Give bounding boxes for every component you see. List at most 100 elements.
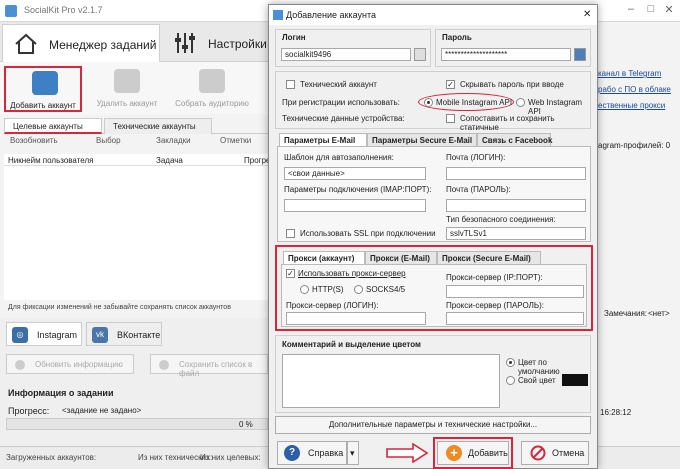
proxy-password-input[interactable] xyxy=(446,312,584,325)
add-account-dialog: Добавление аккаунта ✕ Логин socialkit949… xyxy=(268,4,598,469)
close-icon[interactable]: ✕ xyxy=(662,3,676,17)
cancel-label: Отмена xyxy=(552,448,585,458)
login-group: Логин socialkit9496 xyxy=(275,29,431,67)
hide-password-checkbox[interactable]: ✓ xyxy=(446,80,455,89)
bookmarks-filter[interactable]: Закладки xyxy=(156,136,191,145)
delete-account-label: Удалить аккаунт xyxy=(96,99,158,108)
mail-password-input[interactable] xyxy=(446,199,586,212)
accounts-grid[interactable] xyxy=(4,166,268,300)
account-subtabs: Целевые аккаунты Технические аккаунты xyxy=(4,118,268,134)
filter-bar: Возобновить Выбор Закладки Отметки xyxy=(4,136,268,150)
cancel-button[interactable]: Отмена xyxy=(521,441,589,465)
template-label: Шаблон для автозаполнения: xyxy=(284,153,394,162)
network-instagram[interactable]: ◎ Instagram xyxy=(6,322,82,346)
tab-target-accounts[interactable]: Целевые аккаунты xyxy=(4,118,102,134)
proxy-link[interactable]: ественные прокси xyxy=(598,101,665,110)
maximize-icon[interactable]: □ xyxy=(644,3,658,17)
color-own-radio[interactable] xyxy=(506,376,515,385)
cloud-link[interactable]: рабо с ПО в облаке xyxy=(598,85,671,94)
color-swatch[interactable] xyxy=(562,374,588,386)
tech-account-checkbox[interactable] xyxy=(286,80,295,89)
web-api-radio[interactable] xyxy=(516,98,525,107)
update-info-label: Обновить информацию xyxy=(35,360,123,369)
tab-facebook[interactable]: Связь с Facebook xyxy=(477,133,553,146)
collect-audience-button[interactable]: Собрать аудиторию xyxy=(170,66,254,112)
proxy-login-label: Прокси-сервер (ЛОГИН): xyxy=(286,301,379,310)
clock-value: 16:28:12 xyxy=(600,408,632,417)
template-select[interactable]: <свои данные> xyxy=(284,167,426,180)
tab-secure-email[interactable]: Параметры Secure E-Mail xyxy=(367,133,477,146)
resume-filter[interactable]: Возобновить xyxy=(10,136,58,145)
task-info-title: Информация о задании xyxy=(8,388,114,398)
hide-password-label: Скрывать пароль при вводе xyxy=(460,80,564,89)
compare-save-checkbox[interactable] xyxy=(446,114,455,123)
delete-account-button[interactable]: Удалить аккаунт xyxy=(88,66,166,112)
color-own-label: Свой цвет xyxy=(518,376,556,385)
save-list-button[interactable]: Сохранить список в файл xyxy=(150,354,268,378)
tab-facebook-label: Связь с Facebook xyxy=(482,136,553,145)
arrow-right-icon xyxy=(386,443,429,463)
connection-label: Параметры подключения (IMAP:ПОРТ): xyxy=(284,185,432,194)
marks-filter[interactable]: Отметки xyxy=(220,136,251,145)
profiles-count: agram-профилей: 0 xyxy=(598,141,671,150)
connection-input[interactable] xyxy=(284,199,426,212)
mobile-api-radio[interactable] xyxy=(424,98,433,107)
cancel-icon xyxy=(530,445,546,461)
tab-proxy-account-label: Прокси (аккаунт) xyxy=(288,254,355,263)
tab-email-params-label: Параметры E-Mail xyxy=(284,136,356,145)
progress-label: Прогресс: xyxy=(8,406,50,416)
help-button[interactable]: ? Справка xyxy=(277,441,347,465)
update-info-button[interactable]: Обновить информацию xyxy=(6,354,134,374)
tab-email-params[interactable]: Параметры E-Mail xyxy=(279,133,367,146)
comment-textarea[interactable] xyxy=(282,354,500,408)
add-label: Добавить xyxy=(468,448,508,458)
tab-secure-email-label: Параметры Secure E-Mail xyxy=(372,136,473,145)
telegram-link[interactable]: канал в Telegram xyxy=(598,69,661,78)
use-ssl-checkbox[interactable] xyxy=(286,229,295,238)
mail-login-input[interactable] xyxy=(446,167,586,180)
proxy-ip-input[interactable] xyxy=(446,285,584,298)
network-vk[interactable]: vk ВКонтакте xyxy=(86,322,162,346)
add-account-button[interactable]: Добавить аккаунт xyxy=(4,66,82,112)
right-panel: канал в Telegram рабо с ПО в облаке еств… xyxy=(598,22,680,469)
add-button[interactable]: + Добавить xyxy=(437,441,509,465)
remarks-value: <нет> xyxy=(648,309,670,318)
minimize-icon[interactable]: – xyxy=(624,3,638,17)
col-nickname[interactable]: Никнейм пользователя xyxy=(8,156,93,165)
col-progress[interactable]: Прогре xyxy=(244,156,270,165)
tab-proxy-email[interactable]: Прокси (E-Mail) xyxy=(365,251,437,264)
login-edit-icon[interactable] xyxy=(414,48,426,61)
proxy-panel: ✓ Использовать прокси-сервер HTTP(S) SOC… xyxy=(281,264,587,327)
progress-bar: 0 % xyxy=(6,418,268,430)
col-task[interactable]: Задача xyxy=(156,156,183,165)
tab-technical-accounts[interactable]: Технические аккаунты xyxy=(104,118,212,134)
mobile-api-label: Mobile Instagram API xyxy=(436,98,513,107)
proxy-http-radio[interactable] xyxy=(300,285,309,294)
main-tabs: Менеджер заданий Настройки xyxy=(0,22,268,62)
network-vk-label: ВКонтакте xyxy=(117,330,161,340)
password-input[interactable]: ******************** xyxy=(441,48,571,61)
tab-task-manager[interactable]: Менеджер заданий xyxy=(2,24,160,62)
login-input[interactable]: socialkit9496 xyxy=(281,48,411,61)
tab-proxy-account[interactable]: Прокси (аккаунт) xyxy=(283,251,365,264)
advanced-button[interactable]: Дополнительные параметры и технические н… xyxy=(275,416,591,434)
color-default-radio[interactable] xyxy=(506,358,515,367)
proxy-socks-radio[interactable] xyxy=(354,285,363,294)
password-generate-icon[interactable] xyxy=(574,48,586,61)
proxy-login-input[interactable] xyxy=(286,312,426,325)
status-loaded: Загруженных аккаунтов: xyxy=(6,453,97,462)
dialog-icon xyxy=(273,10,283,20)
tab-settings[interactable]: Настройки xyxy=(162,24,267,62)
refresh-icon xyxy=(15,360,25,370)
use-proxy-checkbox[interactable]: ✓ xyxy=(286,269,295,278)
grid-header: Никнейм пользователя Задача Прогре xyxy=(4,154,270,166)
secure-type-select[interactable]: sslvTLSv1 xyxy=(446,227,586,240)
help-dropdown[interactable]: ▾ xyxy=(347,441,359,465)
dialog-title: Добавление аккаунта xyxy=(286,10,376,20)
dialog-close-icon[interactable]: ✕ xyxy=(583,9,591,20)
app-title: SocialKit Pro v2.1.7 xyxy=(24,5,103,15)
select-filter[interactable]: Выбор xyxy=(96,136,121,145)
collect-audience-label: Собрать аудиторию xyxy=(175,99,249,108)
tab-proxy-secure[interactable]: Прокси (Secure E-Mail) xyxy=(437,251,541,264)
proxy-ip-label: Прокси-сервер (IP:ПОРТ): xyxy=(446,273,543,282)
